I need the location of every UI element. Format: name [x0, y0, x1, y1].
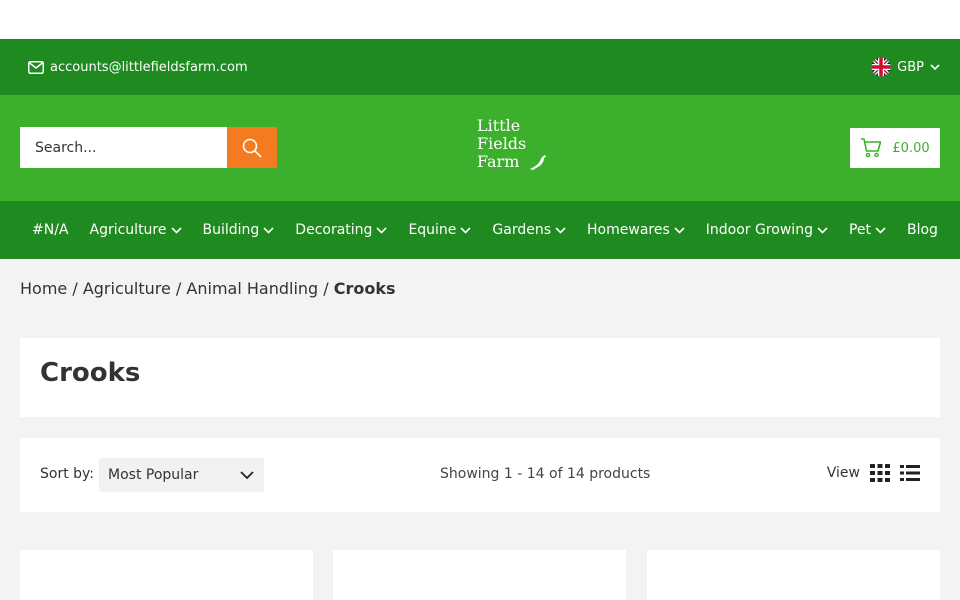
currency-code: GBP — [897, 59, 924, 75]
top-whitespace — [0, 0, 960, 39]
chevron-down-icon — [263, 226, 274, 234]
chevron-down-icon — [930, 63, 940, 70]
contact-email-link[interactable]: accounts@littlefieldsfarm.com — [28, 60, 248, 75]
chevron-down-icon — [170, 226, 182, 234]
page-title: Crooks — [40, 358, 141, 388]
search-button[interactable] — [227, 127, 277, 168]
logo-text: Little Fields Farm — [477, 117, 526, 171]
search-form — [20, 127, 277, 168]
breadcrumb-separator: / — [175, 279, 182, 298]
top-bar: accounts@littlefieldsfarm.com GBP — [0, 39, 960, 95]
bird-icon — [530, 155, 547, 170]
breadcrumb-separator: / — [323, 279, 329, 298]
collection-toolbar: Sort by: Most Popular Showing 1 - 14 of … — [20, 438, 940, 512]
main-nav: #N/A Agriculture Building Decorating Equ… — [0, 201, 960, 259]
chevron-down-icon — [875, 226, 886, 234]
grid-view-button[interactable] — [870, 464, 890, 482]
logo-line-3: Farm — [477, 152, 520, 171]
nav-item-label: Pet — [848, 222, 871, 238]
nav-item-building[interactable]: Building — [203, 222, 275, 238]
product-card[interactable] — [647, 550, 940, 600]
chevron-down-icon — [460, 226, 471, 234]
list-view-button[interactable] — [900, 465, 920, 481]
breadcrumb: Home / Agriculture / Animal Handling / C… — [20, 279, 396, 298]
chevron-down-icon — [376, 226, 388, 234]
nav-item-label: Equine — [408, 222, 457, 238]
cart-total: £0.00 — [892, 140, 930, 156]
chevron-down-icon — [240, 470, 254, 479]
nav-item-label: #N/A — [32, 222, 69, 238]
shopping-cart-icon — [861, 138, 882, 158]
site-header: Little Fields Farm £0.00 — [0, 95, 960, 201]
page-title-card: Crooks — [20, 338, 940, 417]
nav-item-equine[interactable]: Equine — [408, 222, 471, 238]
breadcrumb-separator: / — [72, 279, 78, 298]
nav-item-gardens[interactable]: Gardens — [492, 222, 566, 238]
breadcrumb-current: Crooks — [333, 279, 396, 298]
nav-item-label: Building — [202, 222, 260, 238]
product-card[interactable] — [20, 550, 313, 600]
chevron-down-icon — [555, 226, 566, 234]
site-logo[interactable]: Little Fields Farm — [477, 117, 548, 171]
nav-item-label: Indoor Growing — [705, 222, 813, 238]
sort-label: Sort by: — [40, 466, 95, 482]
nav-item-label: Blog — [907, 222, 938, 238]
cart-button[interactable]: £0.00 — [850, 128, 940, 168]
view-label: View — [826, 465, 860, 481]
product-card[interactable] — [333, 550, 626, 600]
sort-value: Most Popular — [108, 467, 199, 483]
product-count: Showing 1 - 14 of 14 products — [440, 466, 651, 482]
chevron-down-icon — [674, 226, 685, 234]
list-icon — [900, 465, 920, 481]
mail-icon — [28, 60, 44, 74]
search-icon — [242, 138, 262, 158]
chevron-down-icon — [817, 226, 828, 234]
nav-item-label: Gardens — [492, 222, 552, 238]
nav-item-label: Homewares — [587, 222, 670, 238]
nav-item-pet[interactable]: Pet — [849, 222, 886, 238]
nav-item-blog[interactable]: Blog — [907, 222, 938, 238]
breadcrumb-link-animal-handling[interactable]: Animal Handling — [186, 279, 318, 298]
view-toggle: View — [827, 464, 920, 482]
grid-icon — [870, 464, 890, 482]
search-input[interactable] — [20, 127, 227, 168]
uk-flag-icon — [871, 57, 891, 77]
nav-item-label: Agriculture — [89, 222, 167, 238]
nav-item-indoor-growing[interactable]: Indoor Growing — [706, 222, 828, 238]
nav-item-na[interactable]: #N/A — [32, 222, 69, 238]
nav-item-decorating[interactable]: Decorating — [295, 222, 388, 238]
nav-item-homewares[interactable]: Homewares — [587, 222, 685, 238]
currency-selector[interactable]: GBP — [871, 57, 940, 77]
breadcrumb-link-home[interactable]: Home — [20, 279, 67, 298]
sort-select[interactable]: Most Popular — [99, 458, 264, 492]
nav-item-label: Decorating — [295, 222, 373, 238]
contact-email: accounts@littlefieldsfarm.com — [50, 59, 248, 75]
logo-line-2: Fields — [477, 134, 527, 153]
nav-item-agriculture[interactable]: Agriculture — [90, 222, 182, 238]
logo-line-1: Little — [477, 116, 521, 135]
breadcrumb-link-agriculture[interactable]: Agriculture — [83, 279, 171, 298]
